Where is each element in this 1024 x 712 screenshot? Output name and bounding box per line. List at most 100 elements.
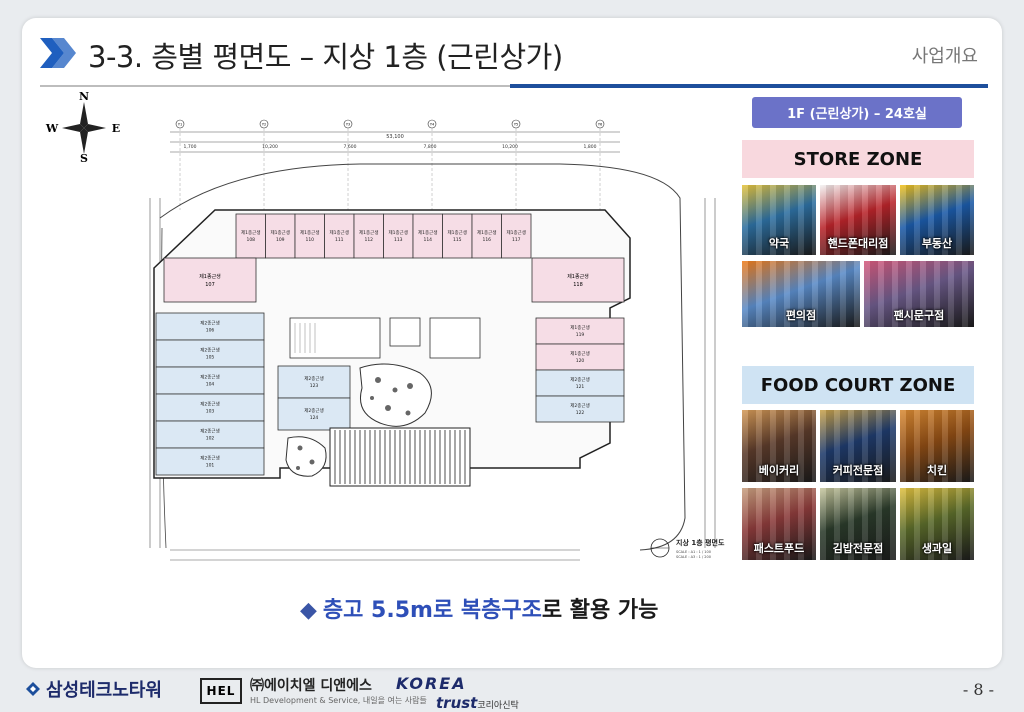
compass-e: E — [112, 122, 120, 135]
header-rule — [40, 84, 988, 88]
top-dimension: 1,800 — [584, 144, 597, 150]
unit-107 — [163, 257, 257, 303]
west-unit-no: 102 — [206, 436, 215, 442]
east-unit-121 — [535, 369, 625, 397]
west-unit-101 — [155, 447, 265, 476]
center-unit-123 — [277, 365, 351, 399]
north-unit-label: 제1종근생 — [300, 229, 319, 236]
shop-photo: 패스트푸드 — [742, 488, 816, 560]
north-unit-no: 115 — [453, 237, 462, 243]
east-unit-120 — [535, 343, 625, 371]
note-rest: 로 활용 가능 — [541, 598, 659, 623]
compass-s: S — [80, 152, 88, 162]
axis-label: Y1 — [178, 123, 182, 127]
axis-label: Y6 — [598, 123, 602, 127]
east-unit-label: 제2종근생 — [570, 402, 589, 409]
plan-scale-1: SCALE : A1 : 1 / 100 — [676, 550, 711, 554]
compass-n: N — [79, 92, 89, 103]
shop-photo: 김밥전문점 — [820, 488, 896, 560]
unit-107-no: 107 — [205, 282, 215, 288]
center-unit-label: 제2종근생 — [304, 375, 323, 382]
shop-photo-caption: 커피전문점 — [832, 464, 884, 477]
north-unit-no: 108 — [246, 237, 255, 243]
shop-photo-caption: 팬시문구점 — [893, 309, 945, 322]
axis-label: Y4 — [430, 123, 435, 127]
north-unit-no: 116 — [482, 237, 491, 243]
north-unit-label: 제1종근생 — [477, 229, 496, 236]
north-unit-113 — [383, 213, 414, 259]
floor-tag: 1F (근린상가) – 24호실 — [752, 97, 962, 128]
top-dimension: 7,800 — [424, 144, 437, 150]
top-dimension: 7,600 — [344, 144, 357, 150]
west-unit-104 — [155, 366, 265, 395]
floor-plan-drawing: 53,100 Y1 Y2 Y3 Y4 Y5 Y6 1,700 10,200 7,600 7,80… — [149, 119, 725, 561]
west-unit-no: 101 — [206, 463, 215, 469]
top-dimension: 1,700 — [184, 144, 197, 150]
shop-photo-caption: 베이커리 — [758, 464, 800, 477]
east-unit-label: 제2종근생 — [570, 376, 589, 383]
east-unit-119 — [535, 317, 625, 345]
company3-trust: trust — [436, 694, 478, 712]
compass-w: W — [45, 122, 59, 135]
section-label: 사업개요 — [911, 46, 978, 67]
east-unit-122 — [535, 395, 625, 423]
plan-scale-2: SCALE : A3 : 1 / 200 — [676, 555, 711, 559]
center-unit-124 — [277, 397, 351, 431]
page-title: 3-3. 층별 평면도 – 지상 1층 (근린상가) — [88, 40, 563, 74]
north-unit-label: 제1종근생 — [389, 229, 408, 236]
west-unit-no: 105 — [206, 355, 215, 361]
north-unit-label: 제1종근생 — [507, 229, 526, 236]
north-unit-108 — [235, 213, 266, 259]
shop-photo-caption: 편의점 — [785, 309, 817, 322]
west-unit-label: 제2종근생 — [200, 347, 219, 354]
note-highlight: 층고 5.5m로 복층구조 — [322, 598, 542, 623]
shop-photo-caption: 핸드폰대리점 — [827, 237, 889, 250]
store-zone-heading: STORE ZONE — [742, 140, 974, 178]
west-unit-label: 제2종근생 — [200, 455, 219, 462]
shop-photo-caption: 약국 — [768, 237, 790, 250]
shop-photo-caption: 김밥전문점 — [832, 542, 884, 555]
company3-ko: 코리아신탁 — [477, 701, 519, 711]
west-unit-label: 제2종근생 — [200, 320, 219, 327]
shop-photo-caption: 생과일 — [921, 542, 953, 555]
center-unit-label: 제2종근생 — [304, 407, 323, 414]
west-unit-no: 103 — [206, 409, 215, 415]
shop-photo: 베이커리 — [742, 410, 816, 482]
top-dimension: 10,200 — [502, 144, 518, 150]
west-unit-102 — [155, 420, 265, 449]
shop-photo: 핸드폰대리점 — [820, 185, 896, 255]
north-unit-117 — [501, 213, 532, 259]
page-number: - 8 - — [962, 680, 994, 699]
logo-mark-icon — [26, 682, 40, 696]
east-unit-no: 122 — [576, 410, 585, 416]
north-unit-114 — [412, 213, 443, 259]
east-unit-no: 119 — [576, 332, 585, 338]
west-unit-label: 제2종근생 — [200, 374, 219, 381]
shop-photo-caption: 패스트푸드 — [753, 542, 805, 555]
west-unit-106 — [155, 312, 265, 341]
west-unit-no: 106 — [206, 328, 215, 334]
company1-name: 삼성테크노타워 — [46, 680, 162, 701]
shop-photo: 부동산 — [900, 185, 974, 255]
north-unit-no: 109 — [276, 237, 285, 243]
top-dimension: 10,200 — [262, 144, 278, 150]
plan-title: 지상 1층 평면도 — [676, 538, 725, 547]
north-unit-label: 제1종근생 — [448, 229, 467, 236]
west-unit-no: 104 — [206, 382, 215, 388]
shop-photo: 생과일 — [900, 488, 974, 560]
west-unit-label: 제2종근생 — [200, 428, 219, 435]
summary-note: ◆ 층고 5.5m로 복층구조로 활용 가능 — [300, 592, 658, 624]
center-unit-no: 124 — [310, 415, 319, 421]
chevron-right-icon — [40, 38, 76, 68]
shop-photo: 약국 — [742, 185, 816, 255]
west-unit-105 — [155, 339, 265, 368]
shop-photo: 팬시문구점 — [864, 261, 974, 327]
diamond-bullet-icon: ◆ — [300, 598, 317, 623]
shop-photo: 커피전문점 — [820, 410, 896, 482]
unit-118-label: 제1종근생 — [567, 273, 589, 280]
north-unit-115 — [442, 213, 473, 259]
shop-photo-caption: 치킨 — [926, 464, 948, 477]
unit-107-label: 제1종근생 — [199, 273, 221, 280]
north-unit-111 — [324, 213, 355, 259]
north-unit-label: 제1종근생 — [418, 229, 437, 236]
